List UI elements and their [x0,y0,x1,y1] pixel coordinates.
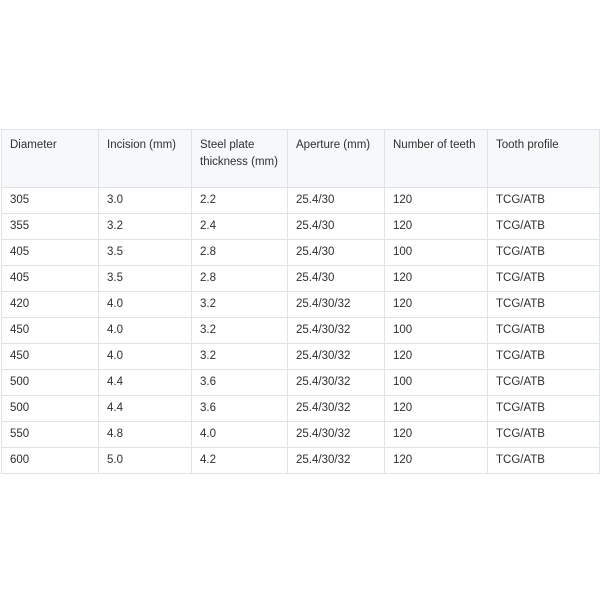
cell-aperture: 25.4/30 [287,187,385,214]
header-tooth-profile: Tooth profile [487,129,600,188]
header-incision: Incision (mm) [98,129,192,188]
table-body: 305 3.0 2.2 25.4/30 120 TCG/ATB 355 3.2 2.4 25.4/… [1,187,600,474]
header-row: Diameter Incision (mm) Steel plate thick… [1,129,600,188]
cell-steel-plate-thickness: 4.2 [191,447,288,474]
cell-incision: 4.0 [98,317,192,344]
table-row: 355 3.2 2.4 25.4/30 120 TCG/ATB [1,213,600,240]
table-row: 405 3.5 2.8 25.4/30 100 TCG/ATB [1,239,600,266]
spec-table-container: Diameter Incision (mm) Steel plate thick… [1,129,600,474]
cell-incision: 3.0 [98,187,192,214]
cell-tooth-profile: TCG/ATB [487,291,600,318]
saw-blade-spec-table: Diameter Incision (mm) Steel plate thick… [1,129,600,474]
cell-number-of-teeth: 100 [384,317,488,344]
cell-aperture: 25.4/30/32 [287,421,385,448]
cell-tooth-profile: TCG/ATB [487,369,600,396]
cell-tooth-profile: TCG/ATB [487,421,600,448]
cell-number-of-teeth: 120 [384,421,488,448]
table-row: 405 3.5 2.8 25.4/30 120 TCG/ATB [1,265,600,292]
cell-diameter: 405 [1,239,99,266]
cell-incision: 4.0 [98,291,192,318]
cell-incision: 4.0 [98,343,192,370]
cell-diameter: 550 [1,421,99,448]
header-diameter: Diameter [1,129,99,188]
cell-number-of-teeth: 120 [384,395,488,422]
cell-tooth-profile: TCG/ATB [487,343,600,370]
header-number-of-teeth: Number of teeth [384,129,488,188]
cell-steel-plate-thickness: 2.2 [191,187,288,214]
cell-steel-plate-thickness: 4.0 [191,421,288,448]
cell-incision: 4.4 [98,369,192,396]
table-row: 450 4.0 3.2 25.4/30/32 120 TCG/ATB [1,343,600,370]
table-row: 550 4.8 4.0 25.4/30/32 120 TCG/ATB [1,421,600,448]
cell-aperture: 25.4/30 [287,239,385,266]
cell-incision: 3.5 [98,239,192,266]
cell-aperture: 25.4/30/32 [287,343,385,370]
cell-incision: 3.5 [98,265,192,292]
cell-tooth-profile: TCG/ATB [487,395,600,422]
cell-tooth-profile: TCG/ATB [487,213,600,240]
cell-tooth-profile: TCG/ATB [487,447,600,474]
cell-aperture: 25.4/30/32 [287,395,385,422]
table-row: 420 4.0 3.2 25.4/30/32 120 TCG/ATB [1,291,600,318]
cell-tooth-profile: TCG/ATB [487,317,600,344]
cell-aperture: 25.4/30/32 [287,291,385,318]
cell-number-of-teeth: 120 [384,213,488,240]
cell-incision: 4.4 [98,395,192,422]
cell-steel-plate-thickness: 3.2 [191,291,288,318]
cell-number-of-teeth: 120 [384,447,488,474]
table-header: Diameter Incision (mm) Steel plate thick… [1,129,600,188]
cell-diameter: 600 [1,447,99,474]
cell-steel-plate-thickness: 2.8 [191,239,288,266]
cell-aperture: 25.4/30 [287,265,385,292]
cell-steel-plate-thickness: 3.6 [191,395,288,422]
cell-diameter: 420 [1,291,99,318]
cell-number-of-teeth: 100 [384,239,488,266]
table-row: 500 4.4 3.6 25.4/30/32 120 TCG/ATB [1,395,600,422]
table-row: 500 4.4 3.6 25.4/30/32 100 TCG/ATB [1,369,600,396]
table-row: 600 5.0 4.2 25.4/30/32 120 TCG/ATB [1,447,600,474]
cell-aperture: 25.4/30 [287,213,385,240]
cell-number-of-teeth: 100 [384,369,488,396]
cell-diameter: 355 [1,213,99,240]
cell-diameter: 500 [1,395,99,422]
cell-incision: 5.0 [98,447,192,474]
cell-steel-plate-thickness: 3.6 [191,369,288,396]
cell-diameter: 500 [1,369,99,396]
cell-steel-plate-thickness: 3.2 [191,317,288,344]
cell-aperture: 25.4/30/32 [287,317,385,344]
cell-steel-plate-thickness: 2.8 [191,265,288,292]
cell-steel-plate-thickness: 3.2 [191,343,288,370]
cell-number-of-teeth: 120 [384,187,488,214]
cell-aperture: 25.4/30/32 [287,369,385,396]
cell-number-of-teeth: 120 [384,291,488,318]
header-aperture: Aperture (mm) [287,129,385,188]
cell-tooth-profile: TCG/ATB [487,239,600,266]
cell-number-of-teeth: 120 [384,265,488,292]
cell-aperture: 25.4/30/32 [287,447,385,474]
cell-incision: 4.8 [98,421,192,448]
cell-steel-plate-thickness: 2.4 [191,213,288,240]
cell-diameter: 305 [1,187,99,214]
cell-tooth-profile: TCG/ATB [487,187,600,214]
cell-tooth-profile: TCG/ATB [487,265,600,292]
header-steel-plate-thickness: Steel plate thickness (mm) [191,129,288,188]
table-row: 305 3.0 2.2 25.4/30 120 TCG/ATB [1,187,600,214]
cell-diameter: 450 [1,343,99,370]
cell-diameter: 405 [1,265,99,292]
table-row: 450 4.0 3.2 25.4/30/32 100 TCG/ATB [1,317,600,344]
cell-number-of-teeth: 120 [384,343,488,370]
cell-diameter: 450 [1,317,99,344]
cell-incision: 3.2 [98,213,192,240]
